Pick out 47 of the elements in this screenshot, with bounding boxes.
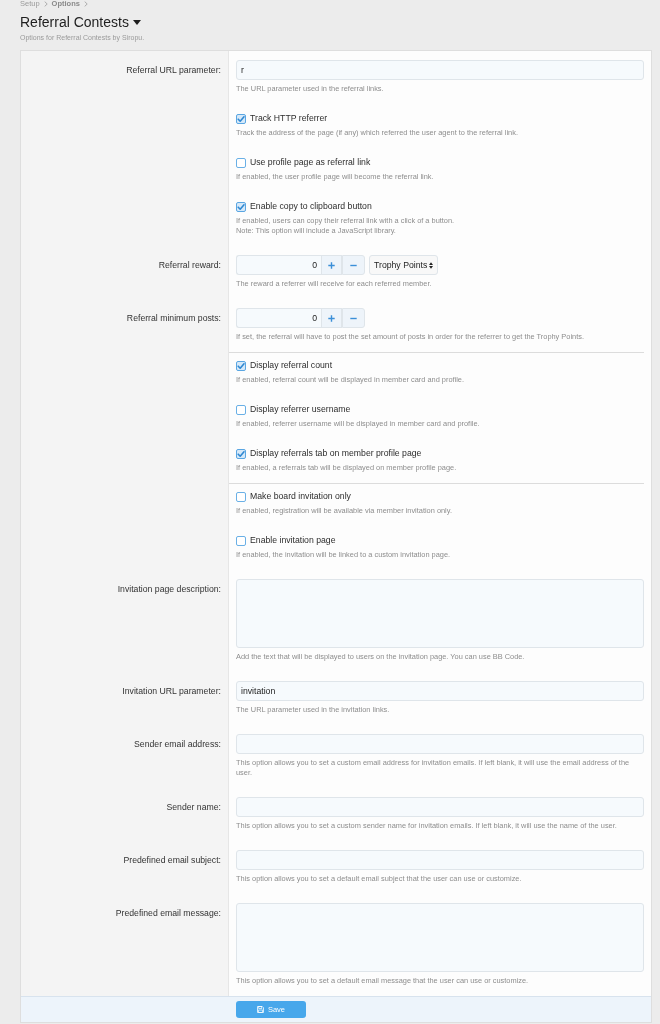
- checkbox-label[interactable]: Display referrals tab on member profile page: [250, 448, 422, 459]
- textarea-field[interactable]: [236, 903, 644, 972]
- sort-arrows-icon: [429, 261, 434, 269]
- increase-button[interactable]: [321, 255, 342, 275]
- chevron-right-icon: [43, 1, 48, 7]
- number-field[interactable]: 0: [236, 308, 321, 328]
- field-label: Sender name:: [166, 801, 221, 814]
- text-field[interactable]: [236, 797, 644, 817]
- checkbox[interactable]: [236, 448, 246, 459]
- checkbox-label[interactable]: Enable invitation page: [250, 535, 336, 546]
- unit-select[interactable]: Trophy Points: [369, 255, 439, 275]
- text-field[interactable]: [236, 850, 644, 870]
- field-label: Predefined email message:: [115, 907, 221, 920]
- text-field[interactable]: invitation: [236, 681, 644, 701]
- field-label: Invitation page description:: [117, 583, 221, 596]
- plus-icon: [328, 314, 335, 322]
- caret-down-icon[interactable]: [132, 19, 141, 25]
- field-label: Referral URL parameter:: [126, 64, 221, 77]
- checkbox-label[interactable]: Display referral count: [250, 360, 333, 371]
- number-field[interactable]: 0: [236, 255, 321, 275]
- checkbox-label[interactable]: Enable copy to clipboard button: [250, 201, 372, 212]
- page-title[interactable]: Referral Contests: [20, 14, 129, 30]
- field-label: Sender email address:: [134, 738, 221, 751]
- textarea-field[interactable]: [236, 579, 644, 648]
- checkbox[interactable]: [236, 157, 246, 168]
- floppy-disk-icon: [256, 1006, 264, 1013]
- checkbox[interactable]: [236, 404, 246, 415]
- checkbox[interactable]: [236, 201, 246, 212]
- decrease-button[interactable]: [342, 308, 365, 328]
- increase-button[interactable]: [321, 308, 342, 328]
- plus-icon: [328, 261, 335, 269]
- decrease-button[interactable]: [342, 255, 365, 275]
- checkbox-label[interactable]: Make board invitation only: [250, 491, 351, 502]
- checkbox-label[interactable]: Display referrer username: [250, 404, 351, 415]
- checkbox[interactable]: [236, 360, 246, 371]
- checkbox[interactable]: [236, 535, 246, 546]
- field-label: Invitation URL parameter:: [122, 685, 221, 698]
- checkbox[interactable]: [236, 491, 246, 502]
- checkbox-label[interactable]: Track HTTP referrer: [250, 113, 328, 124]
- checkbox[interactable]: [236, 113, 246, 124]
- field-label: Referral minimum posts:: [126, 312, 221, 325]
- field-label: Referral reward:: [158, 259, 221, 272]
- checkbox-label[interactable]: Use profile page as referral link: [250, 157, 371, 168]
- text-field[interactable]: r: [236, 60, 644, 80]
- text-field[interactable]: [236, 734, 644, 754]
- chevron-right-icon: [83, 1, 88, 7]
- field-label: Predefined email subject:: [123, 854, 221, 867]
